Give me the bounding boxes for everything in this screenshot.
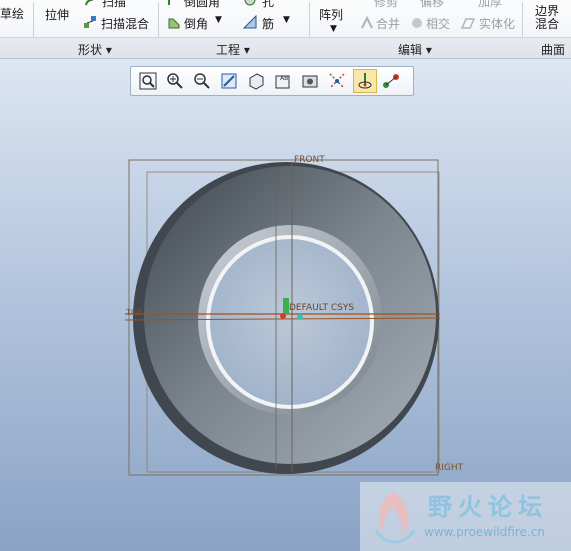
zoom-fit-icon[interactable]	[137, 70, 159, 92]
repaint-icon[interactable]	[218, 70, 240, 92]
csys-label[interactable]: DEFAULT CSYS	[289, 303, 354, 313]
top-datum-label[interactable]: TOP	[125, 308, 142, 317]
zoom-out-icon[interactable]	[191, 70, 213, 92]
svg-text:AB: AB	[280, 75, 288, 82]
csys-origin[interactable]	[280, 313, 286, 319]
spin-center-icon	[358, 73, 372, 89]
datum-display-icon[interactable]	[326, 70, 348, 92]
right-datum-label[interactable]: RIGHT	[435, 463, 464, 473]
zoom-in-icon[interactable]	[164, 70, 186, 92]
watermark-url: www.proewildfire.cn	[424, 525, 545, 539]
view-manager-icon[interactable]	[299, 70, 321, 92]
display-style-icon[interactable]	[245, 70, 267, 92]
forum-logo-icon	[374, 492, 416, 544]
annotation-display-icon[interactable]	[380, 70, 402, 92]
spin-center-button[interactable]	[353, 69, 377, 93]
view-toolbar: AB	[130, 66, 414, 96]
front-datum-label[interactable]: FRONT	[294, 155, 325, 165]
watermark-title: 野火论坛	[428, 493, 548, 521]
ring-hole	[210, 239, 370, 405]
saved-views-icon[interactable]: AB	[272, 70, 294, 92]
csys-x-axis[interactable]	[297, 314, 303, 320]
